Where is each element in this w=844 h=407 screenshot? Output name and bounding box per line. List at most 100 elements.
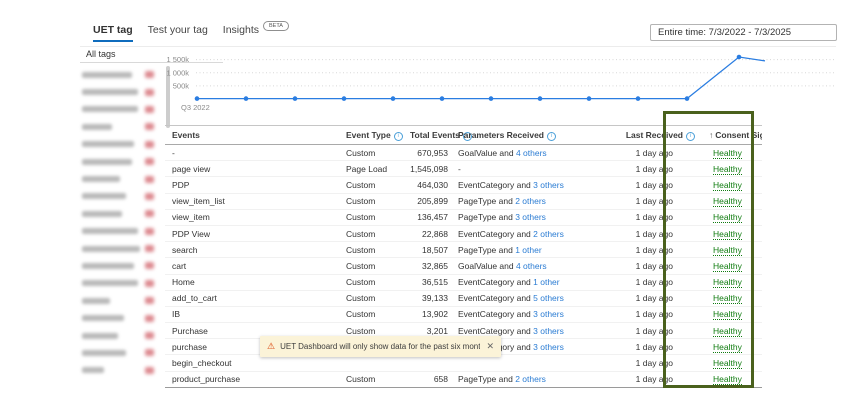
chart-data-point[interactable] <box>538 96 543 101</box>
chart-data-point[interactable] <box>636 96 641 101</box>
cell-event-type: Custom <box>342 177 406 193</box>
cell-consent-signal: Healthy <box>699 145 762 161</box>
params-others-link[interactable]: 1 other <box>533 277 559 287</box>
table-header-consent-signal[interactable]: ↑Consent Signali <box>699 126 762 145</box>
chart-data-point[interactable] <box>440 96 445 101</box>
chart-data-point[interactable] <box>391 96 396 101</box>
params-others-link[interactable]: 4 others <box>516 148 547 158</box>
consent-healthy-link[interactable]: Healthy <box>713 245 742 256</box>
consent-healthy-link[interactable]: Healthy <box>713 261 742 272</box>
sidebar-item-blurred[interactable] <box>82 188 154 205</box>
table-header-total-events[interactable]: Total Eventsi <box>406 126 455 145</box>
chart-data-point[interactable] <box>587 96 592 101</box>
consent-healthy-link[interactable]: Healthy <box>713 196 742 207</box>
chart-data-point[interactable] <box>685 96 690 101</box>
params-others-link[interactable]: 3 others <box>533 326 564 336</box>
toast-close-icon[interactable]: ✕ <box>486 341 494 352</box>
info-icon[interactable]: i <box>394 132 403 141</box>
consent-healthy-link[interactable]: Healthy <box>713 358 742 369</box>
sidebar-item-blurred[interactable] <box>82 153 154 170</box>
chart-data-point[interactable] <box>737 55 742 60</box>
cell-total-events: 39,133 <box>406 290 455 306</box>
table-header-events[interactable]: Events <box>165 126 342 145</box>
table-header-parameters-received[interactable]: Parameters Receivedi <box>455 126 588 145</box>
chart-line <box>197 57 765 99</box>
params-others-link[interactable]: 5 others <box>533 293 564 303</box>
consent-healthy-link[interactable]: Healthy <box>713 277 742 288</box>
cell-event-name: Home <box>165 274 342 290</box>
cell-consent-signal: Healthy <box>699 339 762 355</box>
params-others-link[interactable]: 1 other <box>515 245 541 255</box>
cell-parameters-received: GoalValue and 4 others <box>455 258 588 274</box>
cell-event-name: view_item <box>165 209 342 225</box>
date-range-selector[interactable]: Entire time: 7/3/2022 - 7/3/2025 <box>650 24 837 41</box>
sidebar-item-blurred[interactable] <box>82 118 154 135</box>
sidebar-item-blurred[interactable] <box>82 362 154 379</box>
cell-consent-signal: Healthy <box>699 193 762 209</box>
sidebar-item-blurred[interactable] <box>82 136 154 153</box>
sidebar-item-blurred[interactable] <box>82 257 154 274</box>
sidebar-item-blurred[interactable] <box>82 240 154 257</box>
cell-last-received: 1 day ago <box>588 339 699 355</box>
chart-data-point[interactable] <box>244 96 249 101</box>
table-header-event-type[interactable]: Event Typei <box>342 126 406 145</box>
info-icon[interactable]: i <box>686 132 695 141</box>
consent-healthy-link[interactable]: Healthy <box>713 293 742 304</box>
consent-healthy-link[interactable]: Healthy <box>713 374 742 385</box>
params-others-link[interactable]: 2 others <box>515 196 546 206</box>
sidebar-item-blurred[interactable] <box>82 170 154 187</box>
cell-last-received: 1 day ago <box>588 225 699 241</box>
cell-event-type: Page Load <box>342 161 406 177</box>
table-row: begin_checkout1 day agoHealthyEx <box>165 355 762 371</box>
params-others-link[interactable]: 2 others <box>533 229 564 239</box>
cell-event-name: page view <box>165 161 342 177</box>
cell-parameters-received: - <box>455 161 588 177</box>
table-row: view_itemCustom136,457PageType and 3 oth… <box>165 209 762 225</box>
table-header-last-received[interactable]: Last Receivedi <box>588 126 699 145</box>
params-others-link[interactable]: 3 others <box>515 212 546 222</box>
params-others-link[interactable]: 3 others <box>533 309 564 319</box>
tag-status-badge <box>145 176 154 183</box>
sidebar-item-blurred[interactable] <box>82 83 154 100</box>
consent-healthy-link[interactable]: Healthy <box>713 148 742 159</box>
consent-healthy-link[interactable]: Healthy <box>713 212 742 223</box>
cell-total-events: 32,865 <box>406 258 455 274</box>
beta-badge: BETA <box>263 21 289 31</box>
tag-name-blurred <box>82 159 132 165</box>
consent-healthy-link[interactable]: Healthy <box>713 309 742 320</box>
tag-name-blurred <box>82 367 104 373</box>
sidebar-item-blurred[interactable] <box>82 292 154 309</box>
cell-total-events: 670,953 <box>406 145 455 161</box>
cell-event-name: cart <box>165 258 342 274</box>
consent-healthy-link[interactable]: Healthy <box>713 180 742 191</box>
chart-data-point[interactable] <box>489 96 494 101</box>
sidebar-item-blurred[interactable] <box>82 309 154 326</box>
sidebar-item-blurred[interactable] <box>82 275 154 292</box>
consent-healthy-link[interactable]: Healthy <box>713 342 742 353</box>
params-others-link[interactable]: 3 others <box>533 180 564 190</box>
consent-healthy-link[interactable]: Healthy <box>713 326 742 337</box>
tag-status-badge <box>145 210 154 217</box>
cell-total-events <box>406 355 455 371</box>
tab-test-your-tag[interactable]: Test your tag <box>148 24 208 40</box>
sidebar-item-blurred[interactable] <box>82 66 154 83</box>
tab-uet-tag[interactable]: UET tag <box>93 24 133 42</box>
params-others-link[interactable]: 2 others <box>515 374 546 384</box>
cell-parameters-received: PageType and 2 others <box>455 371 588 387</box>
sidebar-item-blurred[interactable] <box>82 223 154 240</box>
chart-data-point[interactable] <box>195 96 200 101</box>
sidebar-item-blurred[interactable] <box>82 344 154 361</box>
chart-data-point[interactable] <box>342 96 347 101</box>
tag-name-blurred <box>82 280 138 286</box>
sidebar-item-blurred[interactable] <box>82 205 154 222</box>
params-others-link[interactable]: 3 others <box>533 342 564 352</box>
tab-insights[interactable]: InsightsBETA <box>223 24 289 41</box>
params-others-link[interactable]: 4 others <box>516 261 547 271</box>
sidebar-item-blurred[interactable] <box>82 327 154 344</box>
info-icon[interactable]: i <box>547 132 556 141</box>
table-row: PDP ViewCustom22,868EventCategory and 2 … <box>165 225 762 241</box>
consent-healthy-link[interactable]: Healthy <box>713 164 742 175</box>
consent-healthy-link[interactable]: Healthy <box>713 229 742 240</box>
chart-data-point[interactable] <box>293 96 298 101</box>
sidebar-item-blurred[interactable] <box>82 101 154 118</box>
